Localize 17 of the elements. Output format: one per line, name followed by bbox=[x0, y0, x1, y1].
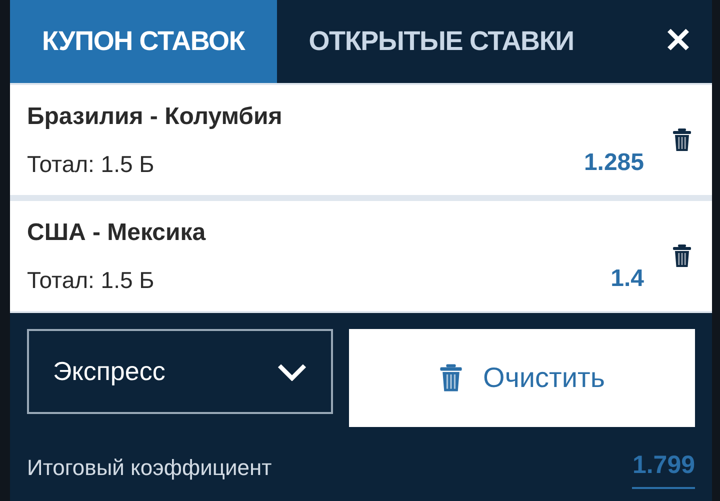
tab[interactable]: КУПОН СТАВОК bbox=[10, 0, 277, 83]
delete-button[interactable] bbox=[672, 128, 692, 152]
delete-button[interactable] bbox=[672, 244, 692, 268]
bet-type-dropdown[interactable]: Экспресс bbox=[27, 329, 333, 414]
clear-button[interactable]: Очистить bbox=[349, 329, 695, 427]
total-odds-value: 1.799 bbox=[632, 447, 695, 488]
chevron-down-icon bbox=[277, 362, 307, 380]
odds-value: 1.285 bbox=[584, 148, 644, 178]
odds-value: 1.4 bbox=[610, 264, 644, 294]
total-odds-label: Итоговый коэффициент bbox=[27, 454, 272, 482]
match-title: США - Мексика bbox=[27, 218, 207, 248]
close-button[interactable]: ✕ bbox=[648, 0, 708, 83]
market-label: Тотал: 1.5 Б bbox=[27, 266, 154, 294]
match-title: Бразилия - Колумбия bbox=[27, 102, 284, 132]
trash-icon bbox=[672, 244, 692, 268]
market-label: Тотал: 1.5 Б bbox=[27, 150, 154, 178]
trash-icon bbox=[672, 128, 692, 152]
